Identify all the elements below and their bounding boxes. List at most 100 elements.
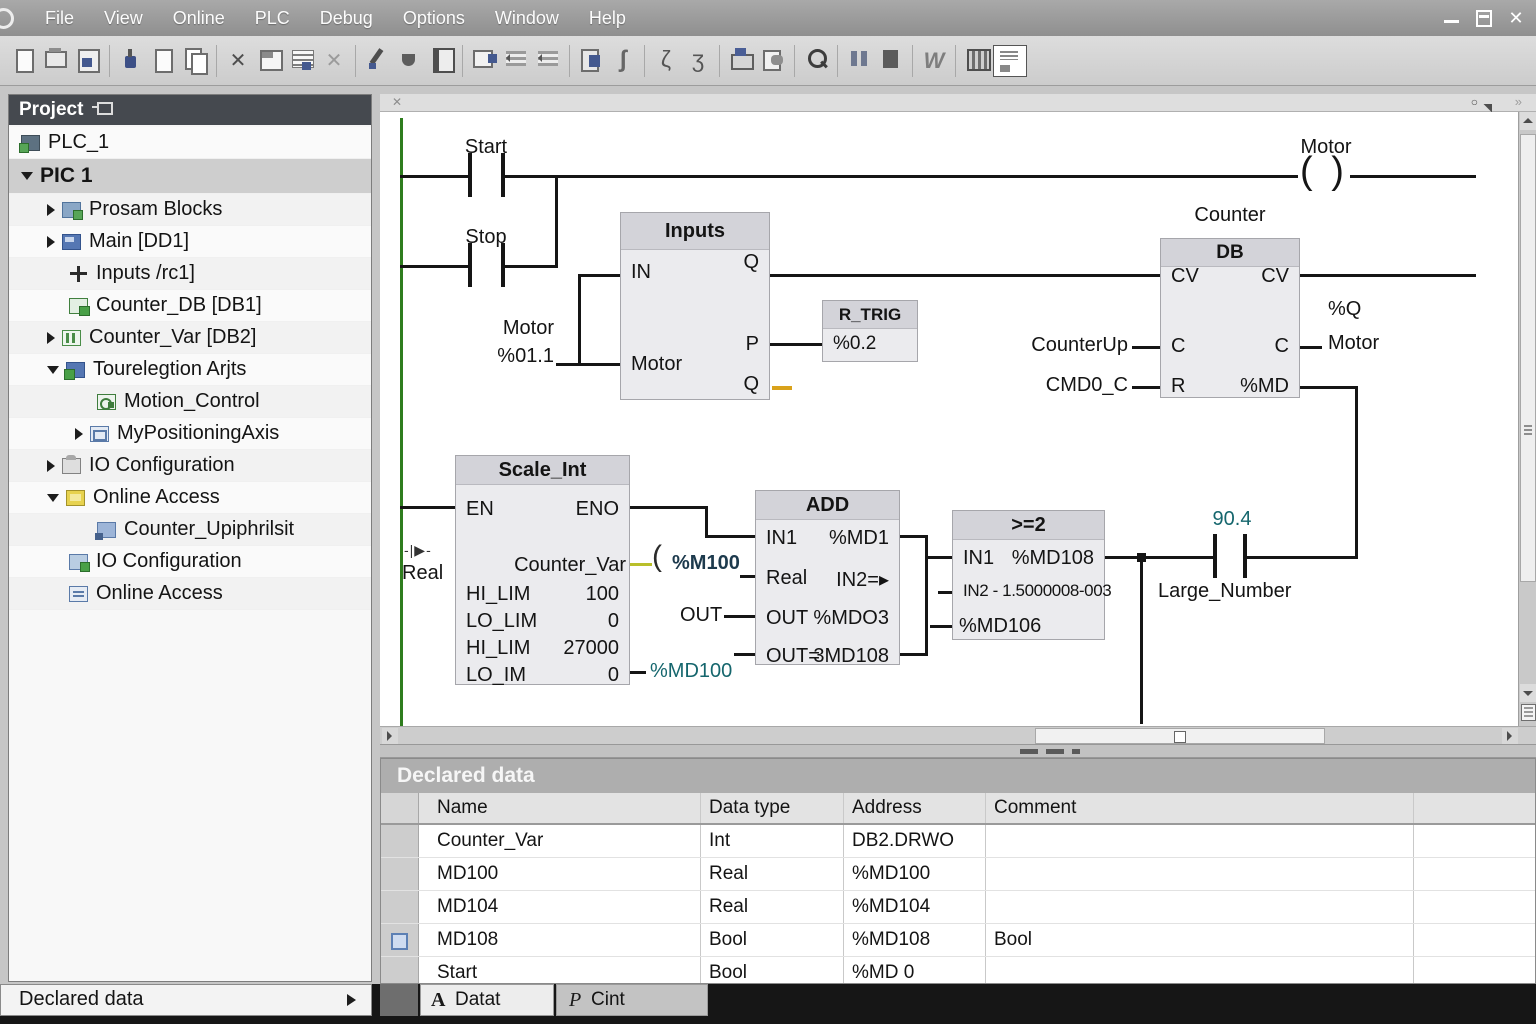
close-button[interactable] — [1504, 7, 1528, 29]
upload-from-device-icon[interactable] — [682, 42, 714, 80]
delete-disabled-icon[interactable] — [318, 42, 350, 80]
pin-c-left[interactable]: C — [1171, 335, 1185, 358]
align-bars-icon[interactable] — [500, 42, 532, 80]
pin-p[interactable]: P — [746, 333, 759, 356]
chevron-collapsed-icon[interactable] — [75, 428, 83, 440]
open-project-icon[interactable] — [40, 42, 72, 80]
download-to-device-icon[interactable] — [650, 42, 682, 80]
stop-monitor-icon[interactable] — [875, 42, 907, 80]
tree-item-pic1[interactable]: PIC 1 — [9, 159, 371, 194]
add-block[interactable]: ADD IN1 %MD1 Real IN2=▸ OUT %MDO3 OUT= 3… — [755, 490, 900, 665]
scroll-down-icon[interactable] — [1520, 684, 1536, 702]
cell-name[interactable]: MD108 — [419, 924, 701, 956]
cell-name[interactable]: MD100 — [419, 858, 701, 890]
table-row[interactable]: MD104 Real %MD104 — [381, 891, 1535, 924]
row-gutter[interactable] — [381, 924, 419, 956]
md100-address[interactable]: %MD100 — [650, 660, 732, 683]
cell-name[interactable]: Start — [419, 957, 701, 984]
stop-contact-label[interactable]: Stop — [438, 226, 534, 249]
cell-datatype[interactable]: Real — [701, 891, 844, 923]
save-project-icon[interactable] — [72, 42, 104, 80]
tree-item-io-configuration[interactable]: IO Configuration — [9, 450, 371, 482]
tree-item-counter-upiphrilsit[interactable]: Counter_Upiphrilsit — [9, 514, 371, 546]
pin-q2[interactable]: Q — [743, 373, 759, 396]
pen-edit-icon[interactable] — [361, 42, 393, 80]
feed-operand-address[interactable]: %01.1 — [490, 345, 554, 368]
compile-bolt-icon[interactable] — [607, 42, 639, 80]
print-icon[interactable] — [725, 42, 757, 80]
pin-in1[interactable]: IN1 — [963, 547, 994, 570]
tab-datat[interactable]: Datat — [420, 984, 554, 1016]
tree-item-online-access-2[interactable]: Online Access — [9, 578, 371, 610]
md106-address[interactable]: %MD106 — [959, 615, 1041, 638]
ink-marker-icon[interactable] — [115, 42, 147, 80]
value-lo-im[interactable]: 0 — [608, 664, 619, 687]
tab-cint[interactable]: Cint — [556, 984, 708, 1016]
tree-item-io-configuration-2[interactable]: IO Configuration — [9, 546, 371, 578]
menu-file[interactable]: File — [30, 8, 89, 29]
pin-lo-im[interactable]: LO_IM — [466, 664, 526, 687]
column-header-comment[interactable]: Comment — [986, 793, 1414, 823]
counter-block-name[interactable]: Counter — [1150, 204, 1310, 227]
cmd-operand[interactable]: CMD0_C — [1016, 374, 1128, 397]
pin-eno[interactable]: ENO — [576, 498, 619, 521]
chevron-collapsed-icon[interactable] — [47, 332, 55, 344]
table-row[interactable]: Counter_Var Int DB2.DRWO — [381, 825, 1535, 858]
pane-splitter[interactable] — [380, 744, 1536, 758]
fill-tool-icon[interactable] — [393, 42, 425, 80]
chevron-collapsed-icon[interactable] — [47, 236, 55, 248]
chevron-collapsed-icon[interactable] — [47, 204, 55, 216]
pin-real[interactable]: Real — [766, 567, 807, 590]
cell-comment[interactable]: Bool — [986, 924, 1414, 956]
new-document-icon[interactable] — [8, 42, 40, 80]
tree-item-program-blocks[interactable]: Prosam Blocks — [9, 194, 371, 226]
expand-arrow-icon[interactable] — [347, 994, 362, 1006]
column-header-address[interactable]: Address — [844, 793, 986, 823]
out-floating-label[interactable]: OUT — [680, 604, 722, 627]
column-header-name[interactable]: Name — [419, 793, 701, 823]
cell-address[interactable]: %MD100 — [844, 858, 986, 890]
scale-int-block[interactable]: Scale_Int EN ENO Counter_Var HI_LIM 100 … — [455, 455, 630, 685]
cell-comment[interactable] — [986, 891, 1414, 923]
scale-var-operand[interactable]: Counter_Var — [456, 554, 626, 577]
pin-hi-lim[interactable]: HI_LIM — [466, 583, 530, 606]
tree-item-main[interactable]: Main [DD1] — [9, 226, 371, 258]
add-device-icon[interactable] — [468, 42, 500, 80]
value-out[interactable]: %MDO3 — [813, 607, 889, 630]
align-bars-2-icon[interactable] — [532, 42, 564, 80]
large-number-address[interactable]: 90.4 — [1192, 508, 1272, 531]
cell-datatype[interactable]: Real — [701, 858, 844, 890]
menu-plc[interactable]: PLC — [240, 8, 305, 29]
maximize-button[interactable] — [1472, 7, 1496, 29]
start-contact-label[interactable]: Start — [438, 136, 534, 159]
menu-options[interactable]: Options — [388, 8, 480, 29]
pin-lo-lim[interactable]: LO_LIM — [466, 610, 537, 633]
print-preview-icon[interactable] — [757, 42, 789, 80]
menu-online[interactable]: Online — [158, 8, 240, 29]
delete-icon[interactable] — [222, 42, 254, 80]
motor-coil-label[interactable]: Motor — [1278, 136, 1374, 159]
pin-icon[interactable] — [97, 102, 113, 115]
pin-motor[interactable]: Motor — [631, 353, 682, 376]
pin-r[interactable]: R — [1171, 375, 1185, 398]
chevron-collapsed-icon[interactable] — [47, 460, 55, 472]
cell-datatype[interactable]: Bool — [701, 924, 844, 956]
counterup-operand[interactable]: CounterUp — [1016, 334, 1128, 357]
pin-q[interactable]: Q — [743, 251, 759, 274]
cell-datatype[interactable]: Int — [701, 825, 844, 857]
counter-q-operand[interactable]: Motor — [1328, 332, 1379, 355]
cell-address[interactable]: %MD104 — [844, 891, 986, 923]
scroll-left-icon[interactable] — [382, 728, 398, 744]
pin-in[interactable]: IN — [631, 261, 651, 284]
counter-db-block[interactable]: DB CV CV C C R %MD — [1160, 238, 1300, 398]
paste-special-icon[interactable] — [575, 42, 607, 80]
list-view-icon[interactable] — [286, 42, 318, 80]
tree-item-positioning-axis[interactable]: MyPositioningAxis — [9, 418, 371, 450]
tree-item-plc1[interactable]: PLC_1 — [9, 127, 371, 159]
cell-comment[interactable] — [986, 858, 1414, 890]
table-row[interactable]: MD108 Bool %MD108 Bool — [381, 924, 1535, 957]
row-gutter[interactable] — [381, 825, 419, 857]
row-checkbox-icon[interactable] — [391, 933, 408, 950]
cell-address[interactable]: %MD108 — [844, 924, 986, 956]
scroll-right-icon[interactable] — [1502, 728, 1518, 744]
